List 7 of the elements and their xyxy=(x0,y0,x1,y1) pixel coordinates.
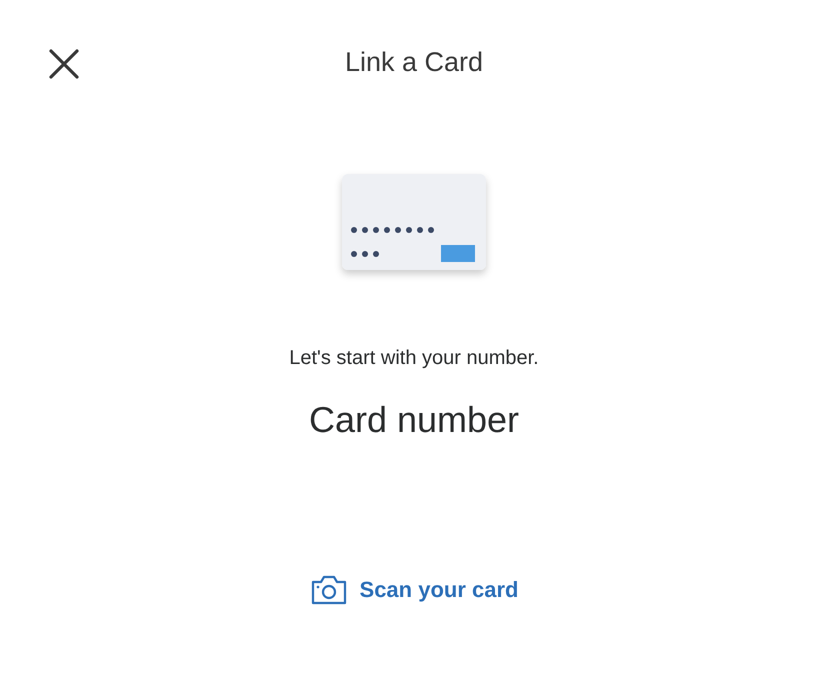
scan-card-link[interactable]: Scan your card xyxy=(310,574,518,606)
camera-icon xyxy=(310,574,348,606)
close-button[interactable] xyxy=(47,47,81,81)
card-number-field[interactable]: Card number xyxy=(202,398,626,442)
prompt-text: Let's start with your number. xyxy=(289,347,539,370)
close-icon xyxy=(47,47,81,81)
window-title: Link a Card xyxy=(344,47,484,78)
